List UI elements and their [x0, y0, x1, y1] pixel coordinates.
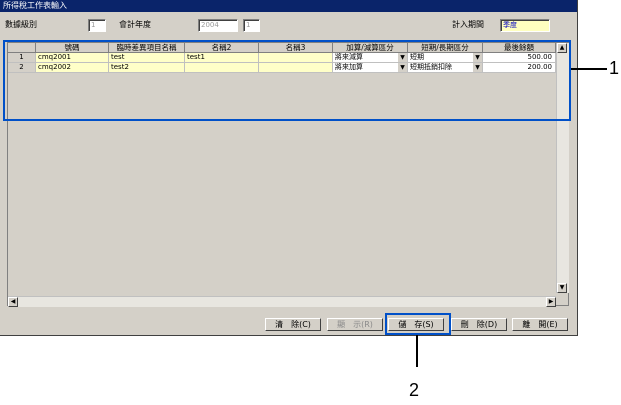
window-title: 所得稅工作表輸入	[0, 0, 577, 12]
callout-2-box	[385, 313, 451, 335]
data-level-field[interactable]: 1	[88, 19, 106, 32]
callout-1-box	[3, 40, 571, 121]
clear-button[interactable]: 清 除(C)	[265, 318, 321, 331]
booking-period-field[interactable]: 季度	[500, 19, 550, 32]
scroll-down-icon[interactable]: ▼	[557, 283, 567, 293]
fiscal-year-label: 會計年度	[119, 20, 151, 29]
callout-2-line	[416, 335, 418, 367]
display-button[interactable]: 顯 示(R)	[327, 318, 383, 331]
close-button[interactable]: 離 開(E)	[512, 318, 568, 331]
scroll-left-icon[interactable]: ◀	[8, 297, 18, 307]
callout-1-line	[571, 68, 607, 70]
delete-button[interactable]: 刪 除(D)	[451, 318, 507, 331]
fiscal-period-field[interactable]: 1	[243, 19, 260, 32]
fiscal-year-field[interactable]: 2004	[198, 19, 238, 32]
booking-period-label: 計入期間	[452, 20, 484, 29]
callout-1-number: 1	[609, 58, 620, 78]
horizontal-scrollbar[interactable]: ◀ ▶	[8, 296, 556, 307]
callout-2-number: 2	[409, 380, 420, 400]
scroll-right-icon[interactable]: ▶	[546, 297, 556, 307]
data-level-label: 數據級別	[5, 20, 37, 29]
